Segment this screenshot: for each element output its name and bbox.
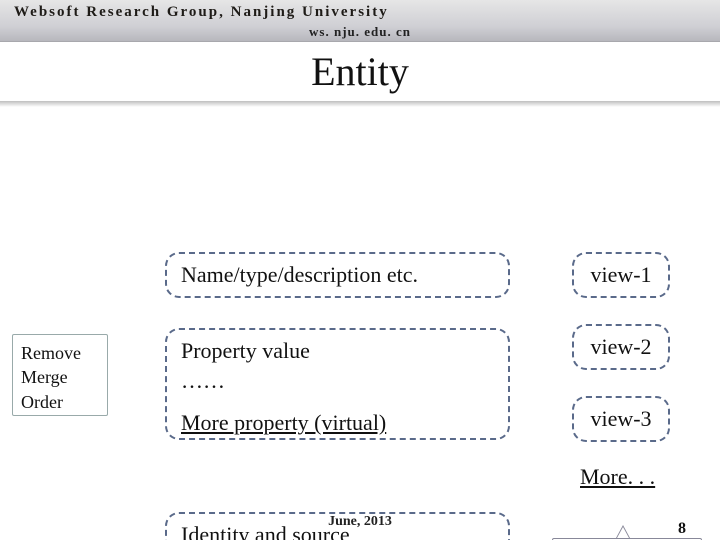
page-number: 8 xyxy=(678,520,686,538)
slide-body: Remove Merge Order Name/type/description… xyxy=(0,118,720,512)
op-merge: Merge xyxy=(21,365,99,389)
view-2-label: view-2 xyxy=(590,334,651,359)
more-property-link[interactable]: More property (virtual) xyxy=(181,410,494,436)
view-1-label: view-1 xyxy=(590,262,651,287)
slide-title: Entity xyxy=(0,42,720,95)
slide: Websoft Research Group, Nanjing Universi… xyxy=(0,0,720,540)
box-name-type-description: Name/type/description etc. xyxy=(165,252,510,298)
prop-value-label: Property value xyxy=(181,338,494,364)
title-band: Entity xyxy=(0,42,720,108)
footer-date: June, 2013 xyxy=(328,514,392,529)
view-3-label: view-3 xyxy=(590,406,651,431)
more-views-link[interactable]: More. . . xyxy=(580,464,655,490)
prop-value-ellipsis: …… xyxy=(181,368,494,394)
header-org: Websoft Research Group, Nanjing Universi… xyxy=(14,4,389,21)
op-order: Order xyxy=(21,390,99,414)
box-name-text: Name/type/description etc. xyxy=(181,262,418,287)
footer: June, 2013 8 xyxy=(0,514,720,538)
view-2-box: view-2 xyxy=(572,324,670,370)
view-1-box: view-1 xyxy=(572,252,670,298)
box-property-value: Property value …… More property (virtual… xyxy=(165,328,510,440)
view-3-box: view-3 xyxy=(572,396,670,442)
header-bar: Websoft Research Group, Nanjing Universi… xyxy=(0,0,720,42)
op-remove: Remove xyxy=(21,341,99,365)
operations-panel: Remove Merge Order xyxy=(12,334,108,416)
